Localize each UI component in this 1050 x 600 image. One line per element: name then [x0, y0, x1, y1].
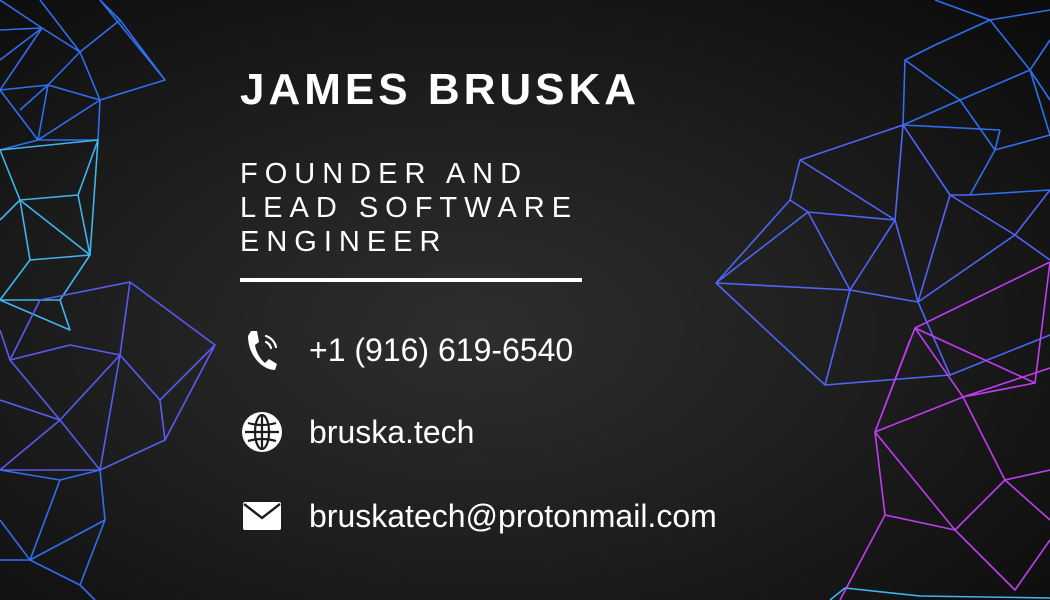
network-left-top — [0, 0, 166, 151]
network-right-top — [902, 0, 1050, 196]
business-card: JAMES BRUSKA FOUNDER AND LEAD SOFTWARE E… — [0, 0, 1050, 600]
job-title-line: ENGINEER — [240, 226, 448, 258]
network-left-mid — [0, 139, 99, 331]
network-left-bottom — [0, 281, 216, 471]
website-url[interactable]: bruska.tech — [309, 414, 474, 451]
mail-icon — [240, 494, 284, 538]
network-right-mid — [715, 124, 1050, 386]
phone-contact[interactable]: +1 (916) 619-6540 — [240, 328, 573, 372]
job-title: FOUNDER AND LEAD SOFTWARE ENGINEER — [240, 157, 660, 259]
phone-icon — [240, 328, 284, 372]
website-contact[interactable]: bruska.tech — [240, 410, 474, 454]
globe-icon — [240, 410, 284, 454]
network-right-base — [829, 587, 1050, 600]
job-title-line: FOUNDER AND — [240, 158, 529, 190]
network-left-base — [0, 469, 106, 600]
job-title-line: LEAD SOFTWARE — [240, 192, 579, 224]
email-contact[interactable]: bruskatech@protonmail.com — [240, 494, 717, 538]
phone-number: +1 (916) 619-6540 — [309, 331, 574, 368]
network-right-bottom — [839, 261, 1050, 600]
divider-line — [240, 278, 582, 282]
person-name: JAMES BRUSKA — [240, 65, 641, 114]
email-address[interactable]: bruskatech@protonmail.com — [309, 498, 717, 535]
